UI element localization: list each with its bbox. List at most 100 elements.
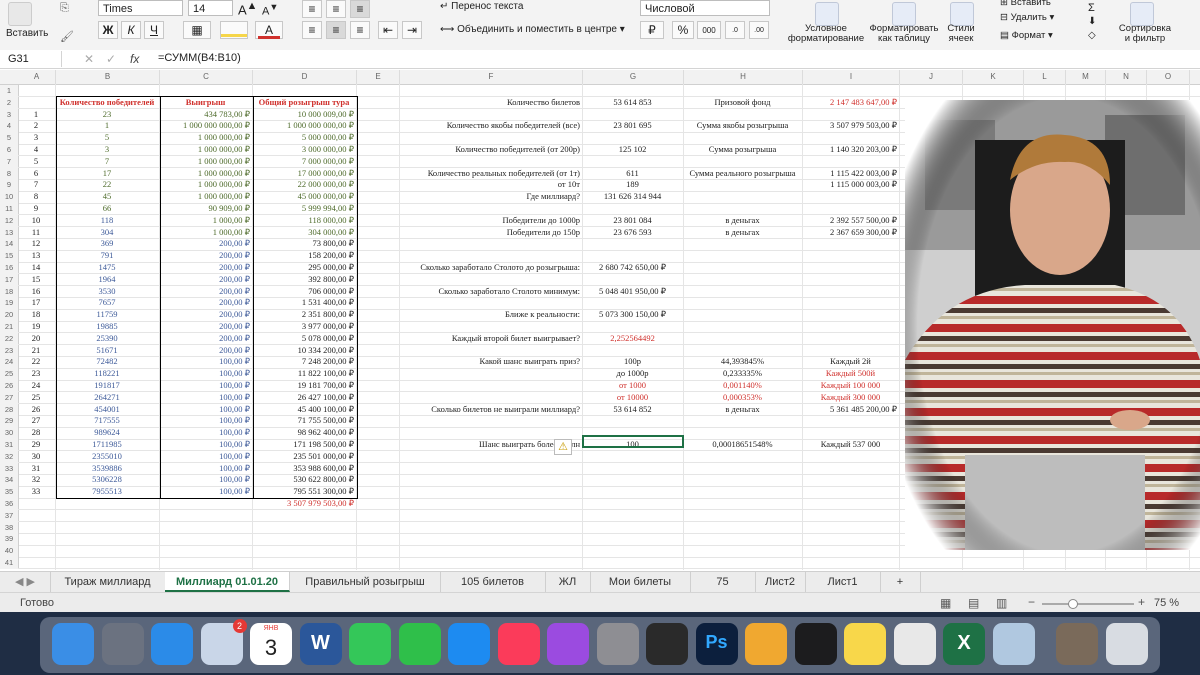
- cell[interactable]: 0,233335%: [685, 368, 800, 380]
- decrease-indent-button[interactable]: ⇤: [378, 21, 398, 39]
- align-left-button[interactable]: ≡: [302, 21, 322, 39]
- quicktime-icon[interactable]: [794, 623, 837, 665]
- cell[interactable]: 8: [19, 191, 53, 203]
- cell[interactable]: 11: [19, 227, 53, 239]
- zoom-out-button[interactable]: −: [1028, 595, 1035, 609]
- preview-icon[interactable]: [992, 623, 1035, 665]
- column-header[interactable]: A: [18, 70, 56, 84]
- font-name-select[interactable]: Times: [98, 0, 183, 16]
- row-header[interactable]: 24: [0, 356, 19, 369]
- cell[interactable]: 23 801 084: [584, 215, 681, 227]
- row-header[interactable]: 40: [0, 545, 19, 557]
- cell[interactable]: 53 614 853: [584, 97, 681, 109]
- cell[interactable]: Количество реальных победителей (от 1т): [401, 168, 580, 180]
- row-header[interactable]: 31: [0, 439, 19, 451]
- underline-button[interactable]: Ч: [144, 21, 164, 39]
- row-header[interactable]: 6: [0, 144, 19, 156]
- font-size-select[interactable]: 14: [188, 0, 233, 16]
- cell[interactable]: 14: [19, 262, 53, 274]
- cell[interactable]: 25: [19, 392, 53, 404]
- cell-styles-label[interactable]: Стили ячеек: [940, 24, 982, 44]
- zoom-slider[interactable]: [1042, 599, 1134, 609]
- row-header[interactable]: 4: [0, 120, 19, 133]
- cell[interactable]: 23 676 593: [584, 227, 681, 239]
- mail-badge-icon[interactable]: 2: [200, 619, 247, 665]
- excel-icon[interactable]: X: [943, 623, 985, 665]
- cell[interactable]: Сумма якобы розыгрыша: [685, 120, 800, 132]
- selected-cell-g31[interactable]: [582, 435, 684, 448]
- sheet-tab[interactable]: Мои билеты: [590, 572, 691, 592]
- row-header[interactable]: 2: [0, 96, 19, 109]
- cell[interactable]: 29: [19, 439, 53, 451]
- cell[interactable]: до 1000р: [584, 368, 681, 380]
- row-header[interactable]: 9: [0, 179, 19, 192]
- column-header[interactable]: G: [583, 70, 684, 84]
- format-painter-icon[interactable]: 🖌: [60, 30, 74, 43]
- cell[interactable]: 2,252564492: [584, 333, 681, 345]
- finder-icon[interactable]: [52, 623, 94, 665]
- wrap-text-button[interactable]: ↵ Перенос текста: [440, 1, 523, 12]
- cell[interactable]: в деньгах: [685, 215, 800, 227]
- cell[interactable]: Сколько заработало Столото до розыгрыша:: [401, 262, 580, 274]
- row-header[interactable]: 20: [0, 309, 19, 321]
- cell[interactable]: 12: [19, 238, 53, 250]
- cell[interactable]: 5 073 300 150,00 ₽: [584, 309, 681, 321]
- cell[interactable]: Каждый 300 000: [804, 392, 897, 404]
- fill-color-button[interactable]: [220, 21, 248, 39]
- cell[interactable]: 20: [19, 333, 53, 345]
- row-header[interactable]: 11: [0, 203, 19, 215]
- sheet-tab[interactable]: Правильный розыгрыш: [290, 572, 441, 592]
- cell[interactable]: 2: [19, 120, 53, 132]
- warning-icon[interactable]: ⚠: [554, 439, 572, 455]
- row-header[interactable]: 29: [0, 415, 19, 428]
- thousands-button[interactable]: 000: [697, 21, 721, 39]
- cell[interactable]: Сколько билетов не выиграли миллиард?: [401, 404, 580, 416]
- sheet-tab[interactable]: Лист1: [805, 572, 881, 592]
- sheet-tab[interactable]: Тираж миллиард: [50, 572, 166, 592]
- column-header[interactable]: M: [1066, 70, 1106, 84]
- downloads-stack-icon[interactable]: [1056, 623, 1098, 665]
- cell[interactable]: 31: [19, 463, 53, 475]
- currency-button[interactable]: ₽: [640, 21, 664, 39]
- cell[interactable]: 44,393845%: [685, 356, 800, 368]
- cancel-icon[interactable]: ✕: [84, 52, 94, 66]
- column-header[interactable]: I: [803, 70, 900, 84]
- column-header[interactable]: O: [1147, 70, 1190, 84]
- cell[interactable]: 21: [19, 345, 53, 357]
- cell[interactable]: Какой шанс выиграть приз?: [401, 356, 580, 368]
- bold-button[interactable]: Ж: [98, 21, 118, 39]
- cell[interactable]: 611: [584, 168, 681, 180]
- cell[interactable]: в деньгах: [685, 227, 800, 239]
- row-header[interactable]: 5: [0, 132, 19, 144]
- messages-icon[interactable]: [349, 623, 391, 665]
- cell[interactable]: 189: [584, 179, 681, 191]
- cell[interactable]: Ближе к реальности:: [401, 309, 580, 321]
- cell[interactable]: 2 392 557 500,00 ₽: [804, 215, 897, 227]
- cell[interactable]: 1 115 422 003,00 ₽: [804, 168, 897, 180]
- row-header[interactable]: 18: [0, 285, 19, 298]
- row-header[interactable]: 16: [0, 262, 19, 274]
- cell[interactable]: 53 614 852: [584, 404, 681, 416]
- cell[interactable]: Сколько заработало Столото минимум:: [401, 286, 580, 298]
- cell[interactable]: 26: [19, 404, 53, 416]
- row-header[interactable]: 12: [0, 214, 19, 227]
- row-header[interactable]: 8: [0, 167, 19, 180]
- row-header[interactable]: 28: [0, 403, 19, 416]
- name-box[interactable]: G31: [2, 51, 62, 67]
- row-header[interactable]: 36: [0, 498, 19, 510]
- shrink-font-button[interactable]: A▼: [262, 2, 278, 18]
- cell[interactable]: 18: [19, 309, 53, 321]
- cell[interactable]: 13: [19, 250, 53, 262]
- row-header[interactable]: 14: [0, 238, 19, 251]
- cell[interactable]: 15: [19, 274, 53, 286]
- column-header[interactable]: K: [963, 70, 1024, 84]
- delete-cells-button[interactable]: ⊟ Удалить ▾: [1000, 12, 1054, 23]
- cell[interactable]: 23: [19, 368, 53, 380]
- cell[interactable]: 16: [19, 286, 53, 298]
- row-header[interactable]: 39: [0, 533, 19, 546]
- column-header[interactable]: H: [684, 70, 803, 84]
- sheet-tab[interactable]: 105 билетов: [440, 572, 546, 592]
- row-header[interactable]: 21: [0, 321, 19, 333]
- cell[interactable]: 2 147 483 647,00 ₽: [804, 97, 897, 109]
- copy-icon[interactable]: ⎘: [60, 2, 69, 15]
